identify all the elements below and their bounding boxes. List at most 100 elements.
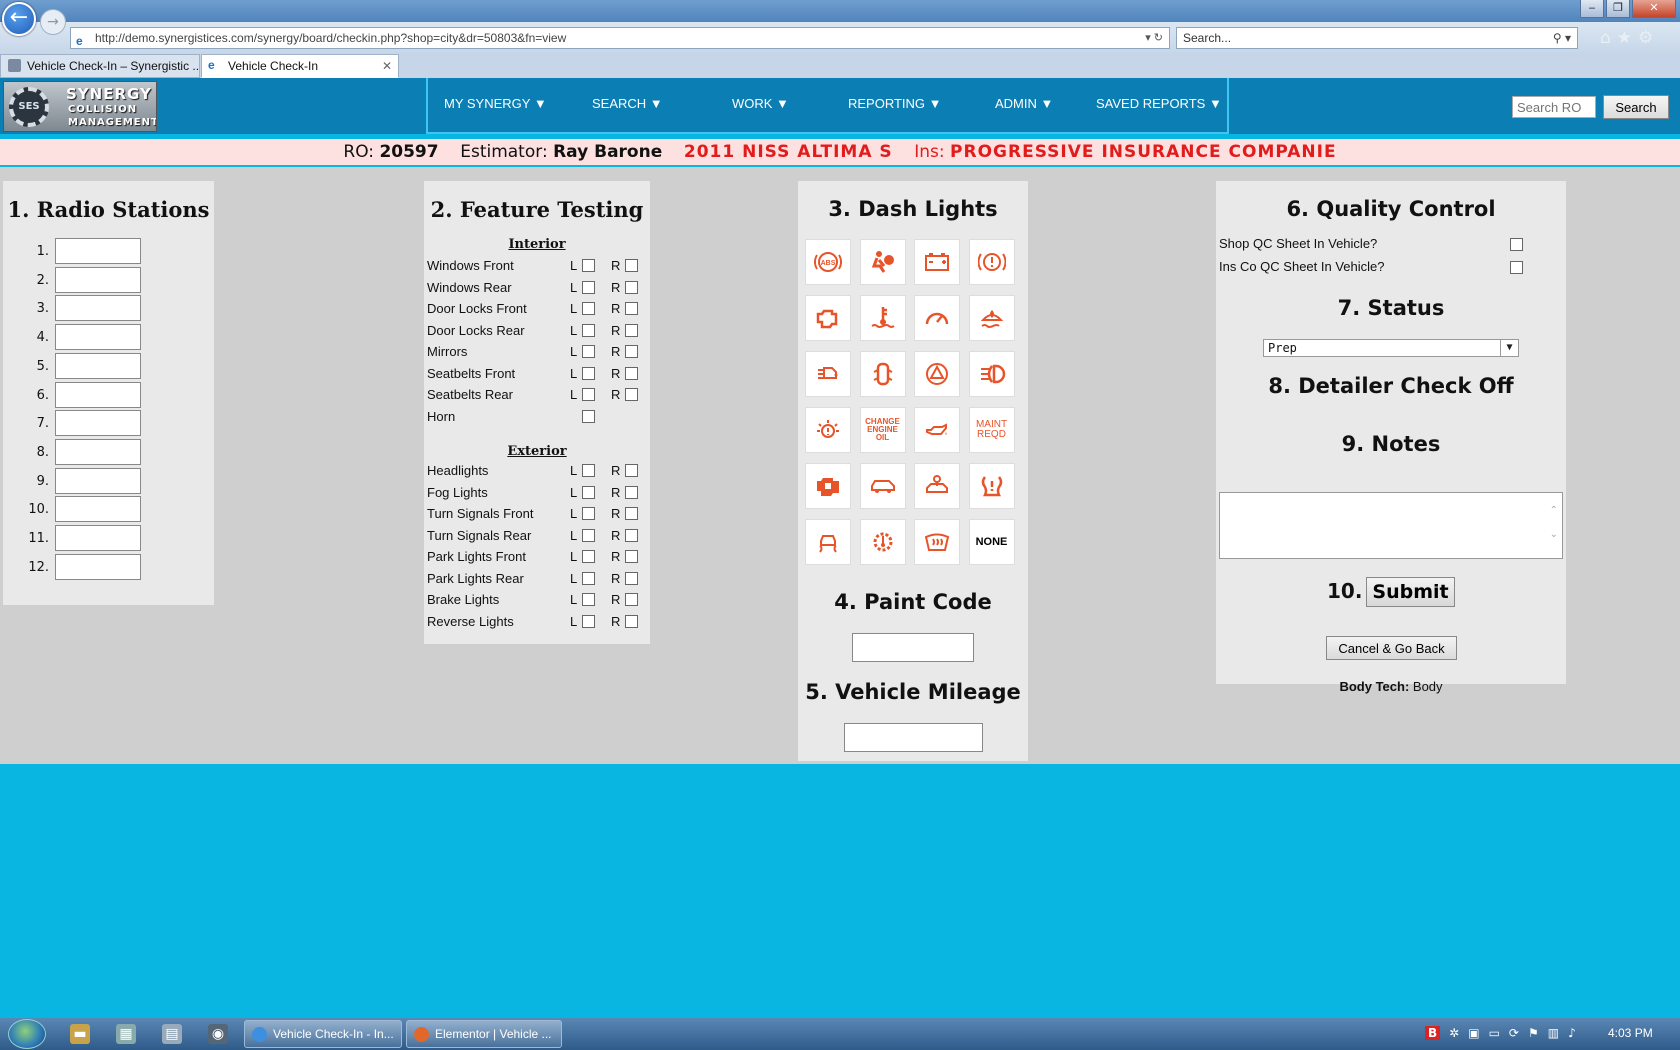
feature-checkbox[interactable] — [582, 409, 595, 423]
airbag-icon[interactable] — [859, 239, 906, 285]
feature-right-checkbox[interactable] — [625, 280, 638, 294]
check-engine-icon[interactable] — [805, 295, 851, 341]
feature-right-checkbox[interactable] — [625, 259, 638, 272]
feature-left-checkbox[interactable] — [582, 259, 595, 272]
battery-icon[interactable] — [914, 239, 960, 285]
radio-station-input[interactable] — [55, 352, 141, 379]
folder-icon[interactable]: ▬ — [70, 1024, 90, 1044]
tire-pressure-icon[interactable] — [968, 463, 1015, 509]
menu-search[interactable]: SEARCH ▼ — [592, 96, 663, 111]
shop-qc-checkbox[interactable] — [1510, 238, 1523, 251]
maint-reqd-icon[interactable]: MAINT REQD — [968, 407, 1015, 453]
feature-left-checkbox[interactable] — [582, 507, 595, 520]
home-icon[interactable]: ⌂ — [1600, 28, 1611, 48]
feature-left-checkbox[interactable] — [582, 366, 595, 380]
b-app-icon[interactable]: B — [1425, 1026, 1441, 1040]
status-select[interactable]: Prep ▼ — [1263, 339, 1519, 357]
feature-right-checkbox[interactable] — [625, 571, 638, 585]
update-icon[interactable]: ⟳ — [1509, 1026, 1519, 1040]
scroll-up-icon[interactable]: ⌃ — [1550, 505, 1558, 516]
security-car-icon[interactable] — [914, 463, 960, 509]
feature-left-checkbox[interactable] — [582, 571, 595, 585]
browser-search-box[interactable]: Search... ⚲ ▾ — [1176, 27, 1578, 49]
forward-icon[interactable]: → — [40, 9, 66, 35]
feature-right-checkbox[interactable] — [625, 507, 638, 520]
search-button[interactable]: Search — [1603, 95, 1669, 119]
monitor-icon[interactable]: ▣ — [1468, 1026, 1479, 1040]
synergy-logo[interactable]: SES SYNERGY COLLISION MANAGEMENT — [3, 81, 157, 132]
restore-icon[interactable]: ❐ — [1606, 0, 1630, 18]
feature-right-checkbox[interactable] — [625, 464, 638, 477]
close-tab-icon[interactable]: ✕ — [382, 55, 392, 77]
refresh-icon[interactable]: ▾ ↻ — [1145, 28, 1163, 48]
feature-right-checkbox[interactable] — [625, 323, 638, 337]
radio-station-input[interactable] — [55, 266, 141, 293]
radio-station-input[interactable] — [55, 410, 141, 437]
feature-left-checkbox[interactable] — [582, 345, 595, 358]
minimize-icon[interactable]: ‒ — [1580, 0, 1604, 18]
flag-icon[interactable]: ⚑ — [1528, 1026, 1539, 1040]
exhaust-icon[interactable] — [805, 351, 851, 397]
vehicle-mileage-input[interactable] — [844, 723, 983, 752]
feature-right-checkbox[interactable] — [625, 614, 638, 628]
display-icon[interactable]: ▭ — [1489, 1026, 1500, 1040]
search-ro-input[interactable] — [1512, 96, 1596, 118]
network-icon[interactable]: ◉ — [208, 1024, 228, 1044]
feature-right-checkbox[interactable] — [625, 302, 638, 315]
calculator-icon[interactable]: ▦ — [116, 1024, 136, 1044]
traction-control-icon[interactable] — [805, 519, 851, 565]
browser-tab-2[interactable]: e Vehicle Check-In ✕ — [201, 54, 399, 78]
volume-icon[interactable]: ♪ — [1568, 1026, 1576, 1040]
radio-station-input[interactable] — [55, 467, 141, 494]
search-icon[interactable]: ⚲ ▾ — [1553, 28, 1571, 48]
taskbar-firefox-task[interactable]: Elementor | Vehicle ... — [406, 1020, 562, 1048]
radio-station-input[interactable] — [55, 238, 141, 264]
radio-station-input[interactable] — [55, 295, 141, 322]
close-icon[interactable]: ✕ — [1632, 0, 1676, 18]
browser-tab-1[interactable]: Vehicle Check-In – Synergistic ... — [0, 54, 200, 78]
document-icon[interactable]: ▤ — [162, 1024, 182, 1044]
coolant-temp-icon[interactable] — [859, 295, 906, 341]
ins-qc-checkbox[interactable] — [1510, 261, 1523, 274]
menu-work[interactable]: WORK ▼ — [732, 96, 789, 111]
paint-code-input[interactable] — [852, 633, 974, 662]
radio-station-input[interactable] — [55, 525, 141, 551]
abs-icon[interactable]: ABS — [805, 239, 851, 285]
car-outline-icon[interactable] — [859, 463, 906, 509]
fog-light-icon[interactable] — [968, 351, 1015, 397]
feature-right-checkbox[interactable] — [625, 388, 638, 401]
brake-warning-icon[interactable] — [968, 239, 1015, 285]
radio-station-input[interactable] — [55, 381, 141, 408]
feature-right-checkbox[interactable] — [625, 550, 638, 563]
feature-left-checkbox[interactable] — [582, 280, 595, 294]
oil-pressure-icon[interactable] — [914, 407, 960, 453]
chevron-down-icon[interactable]: ▼ — [1500, 340, 1518, 356]
cancel-go-back-button[interactable]: Cancel & Go Back — [1326, 636, 1457, 660]
back-icon[interactable]: ← — [2, 2, 36, 36]
feature-left-checkbox[interactable] — [582, 593, 595, 606]
bulb-warning-icon[interactable] — [805, 407, 851, 453]
master-warning-icon[interactable] — [914, 351, 960, 397]
menu-admin[interactable]: ADMIN ▼ — [995, 96, 1053, 111]
address-bar[interactable]: e http://demo.synergistices.com/synergy/… — [70, 27, 1170, 49]
notes-textarea[interactable]: ⌃ ⌄ — [1219, 492, 1563, 559]
start-button-icon[interactable] — [8, 1019, 46, 1049]
feature-right-checkbox[interactable] — [625, 366, 638, 380]
menu-reporting[interactable]: REPORTING ▼ — [848, 96, 942, 111]
feature-left-checkbox[interactable] — [582, 528, 595, 542]
feature-left-checkbox[interactable] — [582, 323, 595, 337]
washer-fluid-icon[interactable] — [968, 295, 1015, 341]
feature-left-checkbox[interactable] — [582, 550, 595, 563]
gear-tray-icon[interactable]: ✲ — [1449, 1026, 1459, 1040]
menu-my-synergy[interactable]: MY SYNERGY ▼ — [444, 96, 547, 111]
feature-right-checkbox[interactable] — [625, 345, 638, 358]
radio-station-input[interactable] — [55, 324, 141, 351]
radio-station-input[interactable] — [55, 553, 141, 580]
feature-left-checkbox[interactable] — [582, 485, 595, 499]
taskbar-ie-task[interactable]: Vehicle Check-In - In... — [244, 1020, 402, 1048]
radio-station-input[interactable] — [55, 438, 141, 465]
feature-right-checkbox[interactable] — [625, 528, 638, 542]
feature-left-checkbox[interactable] — [582, 388, 595, 401]
windshield-defrost-icon[interactable] — [914, 519, 960, 565]
feature-left-checkbox[interactable] — [582, 464, 595, 477]
